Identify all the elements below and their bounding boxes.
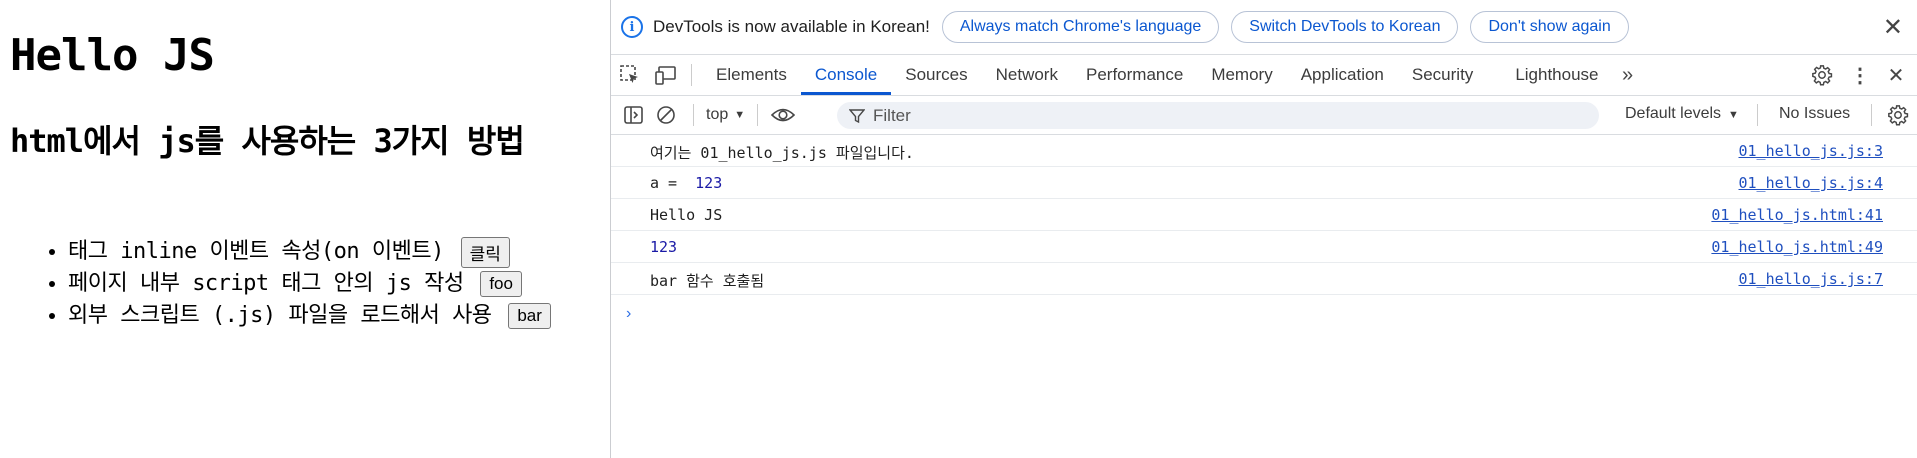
filter-input[interactable]: Filter xyxy=(837,102,1599,129)
tab-console[interactable]: Console xyxy=(800,55,892,95)
dropdown-arrow-icon: ▼ xyxy=(1728,109,1739,121)
method-list: 태그 inline 이벤트 속성(on 이벤트) 클릭 페이지 내부 scrip… xyxy=(38,236,551,332)
match-language-button[interactable]: Always match Chrome's language xyxy=(941,11,1220,43)
console-message: bar 함수 호출됨 xyxy=(650,272,765,290)
console-prompt-icon[interactable]: › xyxy=(626,305,631,323)
switch-language-button[interactable]: Switch DevTools to Korean xyxy=(1231,11,1459,43)
toolbar-separator xyxy=(691,64,692,86)
page-content: Hello JS html에서 js를 사용하는 3가지 방법 태그 inlin… xyxy=(0,0,610,458)
bar-button[interactable]: bar xyxy=(508,303,551,329)
console-message: 여기는 01_hello_js.js 파일입니다. xyxy=(650,144,914,162)
source-link[interactable]: 01_hello_js.js:3 xyxy=(1739,142,1884,160)
close-devtools-icon[interactable]: ✕ xyxy=(1881,60,1911,90)
tab-security[interactable]: Security xyxy=(1398,55,1487,95)
close-icon[interactable]: ✕ xyxy=(1883,13,1903,42)
page-heading: Hello JS xyxy=(10,30,215,81)
issues-counter[interactable]: No Issues xyxy=(1779,105,1850,123)
console-row: 여기는 01_hello_js.js 파일입니다. 01_hello_js.js… xyxy=(611,135,1917,167)
tab-lighthouse[interactable]: Lighthouse xyxy=(1501,55,1612,95)
sidebar-toggle-icon[interactable] xyxy=(619,100,649,130)
toolbar-separator xyxy=(693,104,694,126)
toolbar-separator xyxy=(1757,104,1758,126)
source-link[interactable]: 01_hello_js.html:49 xyxy=(1711,238,1883,256)
list-item: 외부 스크립트 (.js) 파일을 로드해서 사용 bar xyxy=(68,300,551,332)
toolbar-separator xyxy=(1871,104,1872,126)
infobar-message: DevTools is now available in Korean! xyxy=(653,17,930,36)
filter-icon xyxy=(849,108,865,123)
tab-performance[interactable]: Performance xyxy=(1072,55,1197,95)
console-row: Hello JS 01_hello_js.html:41 xyxy=(611,199,1917,231)
context-selector[interactable]: top ▼ xyxy=(706,106,745,124)
dont-show-button[interactable]: Don't show again xyxy=(1470,11,1629,43)
device-toolbar-icon[interactable] xyxy=(651,60,681,90)
log-levels-dropdown[interactable]: Default levels ▼ xyxy=(1625,105,1739,123)
console-message: a = 123 xyxy=(650,174,723,192)
source-link[interactable]: 01_hello_js.js:4 xyxy=(1739,174,1884,192)
tab-elements[interactable]: Elements xyxy=(702,55,801,95)
tab-application[interactable]: Application xyxy=(1287,55,1398,95)
language-infobar: i DevTools is now available in Korean! A… xyxy=(611,0,1917,55)
console-toolbar: top ▼ Filter Default levels ▼ No Issues xyxy=(611,96,1917,135)
console-messages: 여기는 01_hello_js.js 파일입니다. 01_hello_js.js… xyxy=(611,135,1917,322)
console-message: 123 xyxy=(650,238,678,256)
info-icon: i xyxy=(621,16,643,38)
console-settings-icon[interactable] xyxy=(1883,100,1913,130)
foo-button[interactable]: foo xyxy=(480,271,522,297)
more-tabs-icon[interactable]: » xyxy=(1613,60,1643,90)
clear-console-icon[interactable] xyxy=(651,100,681,130)
dropdown-arrow-icon: ▼ xyxy=(734,109,746,121)
console-row: a = 123 01_hello_js.js:4 xyxy=(611,167,1917,199)
inspect-element-icon[interactable] xyxy=(615,60,645,90)
tab-network[interactable]: Network xyxy=(982,55,1072,95)
list-item: 페이지 내부 script 태그 안의 js 작성 foo xyxy=(68,268,551,300)
more-options-icon[interactable]: ⋮ xyxy=(1845,60,1875,90)
console-message: Hello JS xyxy=(650,206,723,224)
tabbar-right: ⋮ ✕ xyxy=(1807,55,1917,95)
console-row: bar 함수 호출됨 01_hello_js.js:7 xyxy=(611,263,1917,295)
devtools-tabbar: Elements Console Sources Network Perform… xyxy=(611,55,1917,96)
console-row: 123 01_hello_js.html:49 xyxy=(611,231,1917,263)
tab-memory[interactable]: Memory xyxy=(1197,55,1286,95)
gear-icon[interactable] xyxy=(1807,60,1837,90)
list-item: 태그 inline 이벤트 속성(on 이벤트) 클릭 xyxy=(68,236,551,268)
source-link[interactable]: 01_hello_js.html:41 xyxy=(1711,206,1883,224)
toolbar-separator xyxy=(757,104,759,126)
click-button[interactable]: 클릭 xyxy=(460,236,510,268)
page-subheading: html에서 js를 사용하는 3가지 방법 xyxy=(10,122,525,160)
source-link[interactable]: 01_hello_js.js:7 xyxy=(1739,270,1884,288)
tab-sources[interactable]: Sources xyxy=(891,55,981,95)
eye-icon[interactable] xyxy=(768,100,798,130)
devtools-panel: i DevTools is now available in Korean! A… xyxy=(611,0,1917,458)
